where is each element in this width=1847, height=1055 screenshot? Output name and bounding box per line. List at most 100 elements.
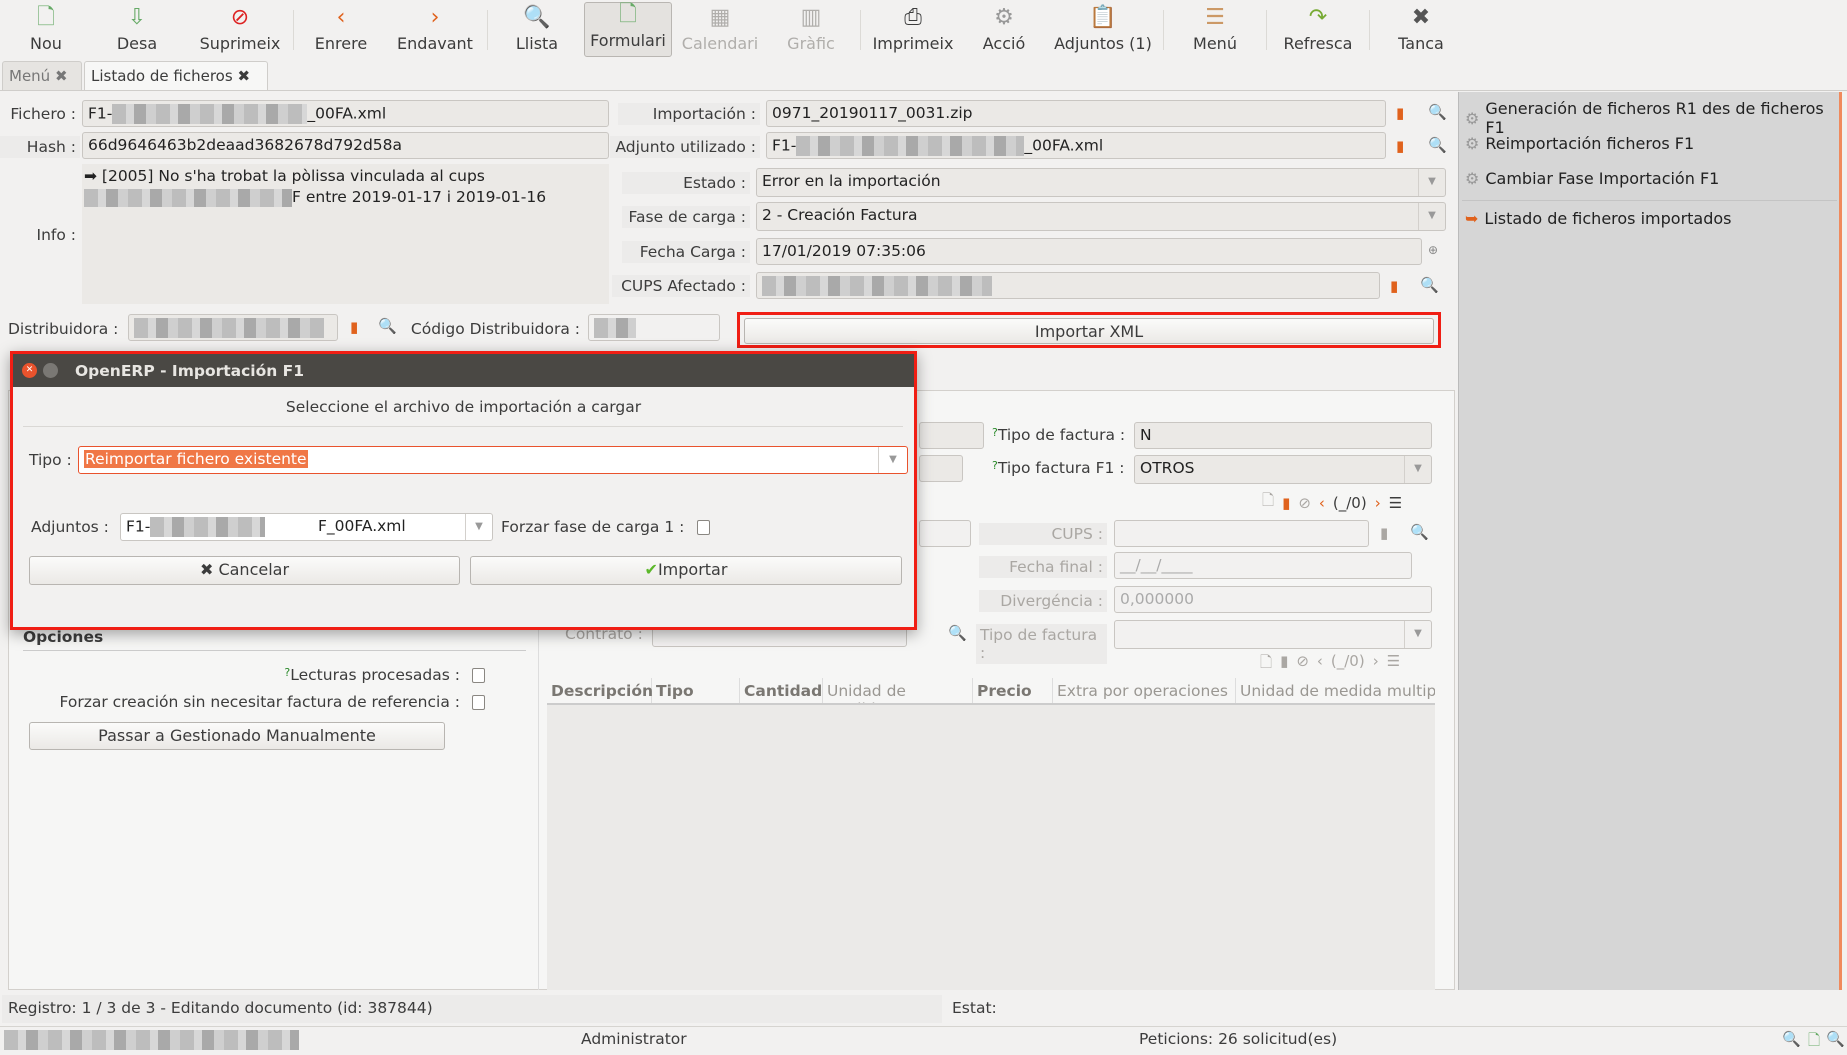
codigo-distribuidora-field[interactable] (588, 314, 720, 341)
adjuntos-select[interactable]: F1- (120, 513, 330, 541)
adjuntos-select-tail[interactable]: F_00FA.xml ▼ (313, 513, 493, 541)
fase-select[interactable]: 2 - Creación Factura ▼ (756, 202, 1446, 231)
search-icon[interactable]: 🔍 (1410, 523, 1429, 541)
menu-icon: ☰ (1205, 5, 1225, 30)
save-button[interactable]: ⇩ Desa (106, 0, 168, 59)
info-field[interactable]: ➡ [2005] No s'ha trobat la pòlissa vincu… (82, 164, 609, 304)
column-header[interactable]: Unidad de medida multip (1236, 678, 1435, 703)
next-icon[interactable]: › (1373, 652, 1379, 677)
maximize-window-icon[interactable] (43, 363, 58, 378)
print-button[interactable]: ⎙ Imprimeix (870, 0, 956, 59)
open-folder-icon[interactable]: ▮ (1390, 277, 1398, 295)
search-icon[interactable]: 🔍 (1782, 1030, 1801, 1048)
column-header[interactable]: Cantidad (740, 678, 823, 703)
forward-button[interactable]: › Endavant (394, 0, 476, 59)
chevron-down-icon: ▼ (1404, 456, 1431, 483)
delete-line-icon[interactable]: ⊘ (1298, 494, 1311, 512)
column-header[interactable]: Precio (973, 678, 1053, 703)
delete-button[interactable]: ⊘ Suprimeix (196, 0, 284, 59)
divergencia-field[interactable]: 0,000000 (1114, 586, 1432, 613)
hash-field[interactable]: 66d9646463b2deaad3682678d792d58a (82, 132, 609, 159)
menu-button[interactable]: ☰ Menú (1185, 0, 1245, 59)
open-icon[interactable]: ▮ (1280, 652, 1288, 677)
divider (1462, 200, 1837, 201)
divider (1369, 10, 1370, 50)
distribuidora-field[interactable] (128, 314, 338, 341)
find-request-icon[interactable]: 🔍 (1826, 1030, 1845, 1048)
requests-count[interactable]: Peticions: 26 solicitud(es) (1139, 1030, 1337, 1048)
hidden-field[interactable] (919, 520, 971, 547)
search-icon[interactable]: 🔍 (948, 624, 967, 642)
sidebar-item-generacion-r1[interactable]: ⚙ Generación de ficheros R1 des de ficher… (1465, 99, 1847, 137)
estado-select[interactable]: Error en la importación ▼ (756, 168, 1446, 197)
list-view-icon[interactable]: ☰ (1387, 652, 1400, 677)
cups-afectado-field[interactable] (756, 272, 1380, 299)
calendar-picker-icon[interactable]: ⊕ (1428, 243, 1438, 257)
open-folder-icon[interactable]: ▮ (1380, 524, 1388, 542)
hidden-field[interactable] (919, 422, 984, 449)
attachments-button[interactable]: 📋 Adjuntos (1) (1050, 0, 1156, 59)
previous-icon[interactable]: ‹ (1319, 494, 1325, 512)
divider (23, 650, 526, 651)
open-icon[interactable]: ▮ (1282, 494, 1290, 512)
fecha-final-field[interactable]: __/__/____ (1114, 552, 1412, 579)
passar-gestionado-button[interactable]: Passar a Gestionado Manualmente (29, 722, 445, 750)
calendar-button[interactable]: ▦ Calendari (680, 0, 760, 59)
close-button[interactable]: ✖ Tanca (1392, 0, 1450, 59)
column-header[interactable]: Extra por operaciones (1053, 678, 1236, 703)
hidden-field[interactable] (919, 455, 963, 482)
tipo-factura-f1-select[interactable]: OTROS ▼ (1134, 455, 1432, 484)
search-icon[interactable]: 🔍 (1428, 136, 1447, 154)
lecturas-checkbox[interactable] (472, 668, 485, 683)
new-request-icon[interactable]: 🗋 (1808, 1030, 1820, 1055)
cups-field[interactable] (1114, 520, 1369, 547)
next-icon[interactable]: › (1375, 494, 1381, 512)
search-icon[interactable]: 🔍 (1420, 276, 1439, 294)
scrollbar[interactable] (1839, 92, 1842, 990)
importacion-field[interactable]: 0971_20190117_0031.zip (766, 100, 1386, 127)
fecha-carga-field[interactable]: 17/01/2019 07:35:06 (756, 238, 1422, 265)
tipo-select[interactable]: Reimportar fichero existente ▼ (78, 446, 908, 474)
arrow-turn-icon: ➥ (1465, 209, 1479, 228)
adjunto-field[interactable]: F1- _00FA.xml (766, 132, 1386, 159)
back-button[interactable]: ‹ Enrere (308, 0, 374, 59)
search-icon[interactable]: 🔍 (1428, 103, 1447, 121)
action-button[interactable]: ⚙ Acció (975, 0, 1033, 59)
tab-close-icon[interactable]: ✖ (237, 67, 250, 85)
sidebar-item-cambiar-fase[interactable]: ⚙ Cambiar Fase Importación F1 (1465, 169, 1719, 188)
cancel-icon: ✖ (199, 560, 214, 579)
importar-xml-button[interactable]: Importar XML (744, 318, 1434, 344)
new-line-icon[interactable]: 🗋 (1260, 652, 1272, 677)
fichero-field[interactable]: F1- _00FA.xml (82, 100, 609, 127)
tab-menu[interactable]: Menú ✖ (2, 61, 82, 90)
forzar-fase-checkbox[interactable] (697, 520, 710, 535)
import-button[interactable]: ✔Importar (470, 556, 902, 585)
new-button[interactable]: 🗋 Nou (18, 0, 74, 59)
form-button[interactable]: 🗋 Formulari (584, 2, 672, 57)
tipo-factura-field[interactable]: N (1134, 422, 1432, 449)
list-view-icon[interactable]: ☰ (1389, 494, 1402, 512)
list-button[interactable]: 🔍 Llista (508, 0, 566, 59)
tab-close-icon[interactable]: ✖ (55, 67, 68, 85)
sidebar-item-listado-importados[interactable]: ➥ Listado de ficheros importados (1465, 209, 1732, 228)
close-window-icon[interactable]: ✕ (22, 363, 37, 378)
open-folder-icon[interactable]: ▮ (350, 318, 358, 336)
delete-line-icon[interactable]: ⊘ (1296, 652, 1309, 677)
adjuntos-label: Adjuntos : (31, 518, 109, 536)
open-folder-icon[interactable]: ▮ (1396, 104, 1404, 122)
column-header[interactable]: Descripción (547, 678, 653, 703)
column-header[interactable]: Tipo (652, 678, 740, 703)
forzar-creacion-checkbox[interactable] (472, 695, 485, 710)
search-icon[interactable]: 🔍 (378, 317, 397, 335)
tab-listado-ficheros[interactable]: Listado de ficheros ✖ (84, 61, 268, 90)
cancel-button[interactable]: ✖ Cancelar (29, 556, 460, 585)
column-header[interactable]: Unidad de medida (823, 678, 973, 703)
refresh-button[interactable]: ↷ Refresca (1280, 0, 1356, 59)
new-line-icon[interactable]: 🗋 (1262, 490, 1274, 515)
graph-button[interactable]: ▥ Gràfic (780, 0, 842, 59)
codigo-distribuidora-label: Código Distribuidora : (410, 320, 580, 338)
previous-icon[interactable]: ‹ (1317, 652, 1323, 677)
sidebar-item-reimportacion[interactable]: ⚙ Reimportación ficheros F1 (1465, 134, 1694, 153)
tipo-factura-2-select[interactable]: ▼ (1114, 620, 1432, 649)
open-folder-icon[interactable]: ▮ (1396, 137, 1404, 155)
